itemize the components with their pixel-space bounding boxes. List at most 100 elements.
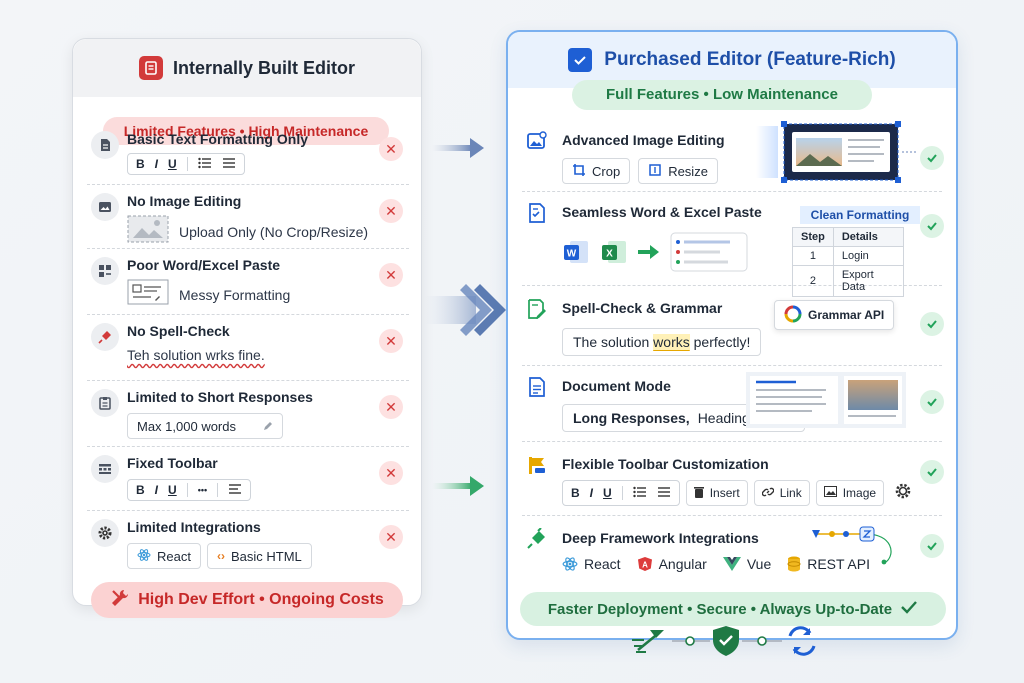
purchased-editor-footer: Faster Deployment • Secure • Always Up-t… (520, 592, 946, 626)
right-row-image-editing: Advanced Image Editing Crop Resize (522, 121, 944, 192)
left-row-fixed-toolbar: Fixed Toolbar B I U ••• ✕ (87, 447, 409, 511)
gear-icon[interactable] (894, 482, 912, 505)
paste-grid-icon (91, 257, 119, 285)
check-icon (920, 534, 944, 558)
row-title: No Spell-Check (127, 323, 230, 339)
gear-icon (91, 519, 119, 547)
image-edit-icon (526, 130, 552, 156)
bold-button[interactable]: B (571, 486, 580, 500)
spell-check-icon (526, 298, 552, 324)
x-mark-icon: ✕ (379, 199, 403, 223)
row-title: Document Mode (562, 378, 671, 394)
x-mark-icon: ✕ (379, 137, 403, 161)
italic-button[interactable]: I (155, 157, 158, 171)
messy-formatting-text: Messy Formatting (179, 286, 291, 303)
left-row-poor-paste: Poor Word/Excel Paste Messy Formatting ✕ (87, 249, 409, 315)
checklist-doc-icon (526, 202, 552, 228)
link-button[interactable]: Link (753, 480, 810, 506)
table-row: 1 Login (792, 246, 904, 266)
integration-network-icon (812, 526, 892, 565)
underline-button[interactable]: U (168, 157, 177, 171)
check-icon (920, 390, 944, 414)
arrow-right-green-icon (432, 476, 484, 496)
italic-button[interactable]: I (155, 483, 158, 497)
bullet-list-icon[interactable] (632, 486, 647, 501)
align-icon[interactable] (228, 483, 242, 498)
underline-button[interactable]: U (168, 483, 177, 497)
row-title: Deep Framework Integrations (562, 530, 759, 546)
image-button[interactable]: Image (815, 480, 885, 506)
footer-icon-strip (632, 626, 816, 656)
right-row-document-mode: Document Mode Long Responses, Headings, … (522, 370, 944, 442)
row-title: Limited to Short Responses (127, 389, 313, 405)
crop-button[interactable]: Crop (562, 158, 631, 184)
react-chip: React (127, 543, 201, 569)
disabled-plug-icon (91, 323, 119, 351)
fixed-toolbar: B I U ••• (127, 479, 252, 501)
grammar-api-chip: Grammar API (774, 300, 895, 330)
wrench-icon (110, 588, 130, 613)
italic-button[interactable]: I (590, 486, 593, 500)
clean-doc-icon (670, 232, 748, 277)
word-limit-field[interactable]: Max 1,000 words (127, 413, 283, 439)
basic-toolbar: B I U (127, 153, 245, 175)
left-row-limited-integrations: Limited Integrations React ‹› Basic HTML… (87, 511, 409, 579)
word-limit-text: Max 1,000 words (137, 418, 236, 434)
react-icon (562, 557, 578, 571)
arrow-right-icon (638, 245, 660, 264)
angular-item: A Angular (637, 556, 707, 572)
angular-icon: A (637, 557, 652, 571)
document-icon (91, 131, 119, 159)
word-icon: W (562, 238, 590, 271)
bold-button[interactable]: B (136, 483, 145, 497)
align-icon[interactable] (222, 157, 236, 172)
corrected-text-field[interactable]: The solution works perfectly! (562, 328, 762, 356)
clean-formatting-caption: Clean Formatting (800, 206, 920, 224)
image-icon (91, 193, 119, 221)
internal-editor-title: Internally Built Editor (172, 57, 355, 78)
toolbar-flag-icon (526, 454, 552, 480)
x-mark-icon: ✕ (379, 525, 403, 549)
x-mark-icon: ✕ (379, 395, 403, 419)
resize-icon (648, 163, 662, 180)
check-icon (920, 214, 944, 238)
left-row-basic-formatting: Basic Text Formatting Only B I U ✕ (87, 123, 409, 185)
right-row-spell-check: Spell-Check & Grammar The solution works… (522, 292, 944, 366)
bullet-list-icon[interactable] (197, 157, 212, 172)
clean-formatting-table: Clean Formatting Step Details 1 Login 2 … (792, 206, 920, 297)
x-mark-icon: ✕ (379, 263, 403, 287)
pasted-doc-icon (127, 279, 169, 310)
purchased-editor-subtitle: Full Features • Low Maintenance (572, 80, 872, 110)
row-title: Basic Text Formatting Only (127, 131, 308, 147)
vue-item: Vue (722, 556, 771, 572)
internal-editor-card: Internally Built Editor Limited Features… (72, 38, 422, 618)
table-header: Step (792, 227, 834, 247)
svg-text:X: X (606, 249, 613, 260)
purchased-editor-title: Purchased Editor (Feature-Rich) (604, 49, 896, 70)
underline-button[interactable]: U (603, 486, 612, 500)
shield-icon (713, 626, 739, 656)
bold-button[interactable]: B (136, 157, 145, 171)
checkbox-icon (568, 48, 593, 72)
more-button[interactable]: ••• (198, 485, 207, 495)
misspelled-text: Teh solution wrks fine. (127, 347, 265, 363)
check-icon (920, 460, 944, 484)
internal-editor-footer: High Dev Effort • Ongoing Costs (91, 582, 403, 618)
crop-icon (572, 163, 586, 180)
excel-icon: X (600, 238, 628, 271)
table-header: Details (832, 227, 904, 247)
react-icon (137, 548, 151, 565)
x-mark-icon: ✕ (379, 329, 403, 353)
resize-button[interactable]: Resize (638, 158, 718, 184)
custom-toolbar: B I U (562, 480, 680, 506)
left-row-no-spellcheck: No Spell-Check Teh solution wrks fine. ✕ (87, 315, 409, 381)
row-title: Limited Integrations (127, 519, 261, 535)
x-mark-icon: ✕ (379, 461, 403, 485)
insert-button[interactable]: Insert (685, 480, 748, 506)
left-row-short-responses: Limited to Short Responses Max 1,000 wor… (87, 381, 409, 447)
align-icon[interactable] (657, 486, 671, 501)
react-item: React (562, 556, 621, 572)
fast-deploy-icon (632, 630, 664, 653)
row-title: Seamless Word & Excel Paste (562, 204, 762, 220)
vue-icon (722, 557, 741, 571)
